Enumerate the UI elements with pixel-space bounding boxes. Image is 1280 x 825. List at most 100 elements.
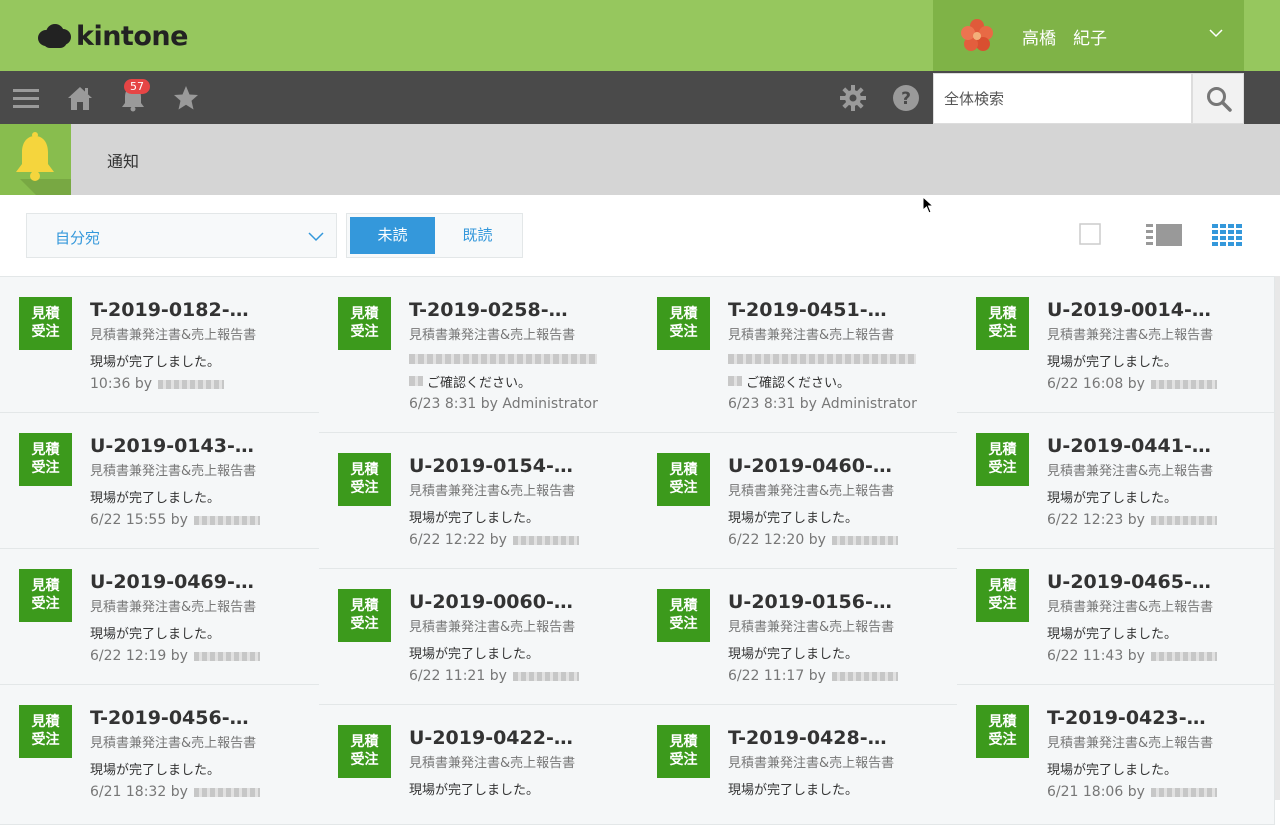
app-icon-label: 受注 [988,460,1017,476]
notification-card[interactable]: 見積 受注 T-2019-0428-… 見積書兼発注書&売上報告書 現場が完了しました。 [638,705,958,825]
sender: by [1127,512,1145,528]
notification-card[interactable]: 見積 受注 U-2019-0469-… 見積書兼発注書&売上報告書 現場が完了しました。… [0,549,320,685]
app-icon-label: 見積 [988,306,1017,322]
app-icon-label: 見積 [988,714,1017,730]
record-title-link[interactable]: U-2019-0143-… [90,435,254,457]
app-icon-label: 受注 [669,480,698,496]
notification-meta: 6/22 12:20 by [728,532,898,548]
record-title-link[interactable]: U-2019-0460-… [728,455,892,477]
notification-card[interactable]: 見積 受注 T-2019-0451-… 見積書兼発注書&売上報告書 ご確認ください。 6/… [638,277,958,433]
home-icon[interactable] [66,84,94,112]
notification-card[interactable]: 見積 受注 U-2019-0060-… 見積書兼発注書&売上報告書 現場が完了しました。… [319,569,639,705]
notification-message: 現場が完了しました。 [90,355,221,370]
timestamp: 6/22 11:21 [409,668,486,684]
sender: by [1127,648,1145,664]
notification-card[interactable]: 見積 受注 T-2019-0258-… 見積書兼発注書&売上報告書 ご確認ください。 6/… [319,277,639,433]
notification-card[interactable]: 見積 受注 U-2019-0014-… 見積書兼発注書&売上報告書 現場が完了しました。… [957,277,1275,413]
app-icon-label: 見積 [31,442,60,458]
search-icon [1207,87,1232,112]
record-title-link[interactable]: T-2019-0456-… [90,707,249,729]
app-icon-label: 受注 [350,480,379,496]
app-icon: 見積 受注 [19,705,72,758]
redacted-user-name [831,671,898,681]
app-name: 見積書兼発注書&売上報告書 [728,620,895,635]
record-title-link[interactable]: U-2019-0014-… [1047,299,1211,321]
record-title-link[interactable]: T-2019-0258-… [409,299,568,321]
notification-meta: 10:36 by [90,376,224,392]
sender: by [134,376,152,392]
sender: by [1127,376,1145,392]
record-title-link[interactable]: U-2019-0156-… [728,591,892,613]
record-title-link[interactable]: U-2019-0441-… [1047,435,1211,457]
app-icon: 見積 受注 [19,297,72,350]
notification-message: 現場が完了しました。 [1047,763,1178,778]
notification-card[interactable]: 見積 受注 T-2019-0182-… 見積書兼発注書&売上報告書 現場が完了しました。… [0,277,320,413]
star-icon[interactable] [172,84,200,112]
notification-card[interactable]: 見積 受注 U-2019-0156-… 見積書兼発注書&売上報告書 現場が完了しました。… [638,569,958,705]
notification-meta: 6/22 11:17 by [728,668,898,684]
notification-message: 現場が完了しました。 [90,627,221,642]
select-all-checkbox-icon[interactable] [1079,223,1101,245]
notification-meta: 6/23 8:31 by Administrator [728,396,917,412]
record-title-link[interactable]: T-2019-0428-… [728,727,887,749]
app-icon-label: 見積 [669,462,698,478]
app-name: 見積書兼発注書&売上報告書 [1047,328,1214,343]
help-icon[interactable]: ? [892,84,920,112]
redacted-text [409,376,423,386]
redacted-text [728,376,742,386]
read-button[interactable]: 既読 [435,217,520,254]
kintone-logo[interactable]: kintone [38,18,188,54]
notification-card[interactable]: 見積 受注 U-2019-0154-… 見積書兼発注書&売上報告書 現場が完了しました。… [319,433,639,569]
logo-text: kintone [76,20,188,52]
notification-card[interactable]: 見積 受注 U-2019-0422-… 見積書兼発注書&売上報告書 現場が完了しました。 [319,705,639,825]
record-title-link[interactable]: T-2019-0423-… [1047,707,1206,729]
record-title-link[interactable]: T-2019-0451-… [728,299,887,321]
hamburger-menu-icon[interactable] [12,84,40,112]
app-icon: 見積 受注 [976,433,1029,486]
app-icon-label: 見積 [350,598,379,614]
app-name: 見積書兼発注書&売上報告書 [409,328,576,343]
notification-message: 現場が完了しました。 [728,647,859,662]
gear-icon[interactable] [839,84,867,112]
notification-card[interactable]: 見積 受注 U-2019-0460-… 見積書兼発注書&売上報告書 現場が完了しました。… [638,433,958,569]
record-title-link[interactable]: U-2019-0060-… [409,591,573,613]
notification-card[interactable]: 見積 受注 T-2019-0423-… 見積書兼発注書&売上報告書 現場が完了しました。… [957,685,1275,825]
notification-card[interactable]: 見積 受注 T-2019-0456-… 見積書兼発注書&売上報告書 現場が完了しました。… [0,685,320,825]
scrollbar[interactable] [1275,276,1280,800]
recipient-filter-dropdown[interactable]: 自分宛 [26,213,337,258]
app-icon-label: 見積 [988,442,1017,458]
app-icon: 見積 受注 [976,297,1029,350]
record-title-link[interactable]: U-2019-0465-… [1047,571,1211,593]
notification-badge: 57 [124,79,150,94]
notification-meta: 6/22 16:08 by [1047,376,1217,392]
user-menu[interactable]: 高橋 紀子 [933,0,1244,71]
notification-card[interactable]: 見積 受注 U-2019-0465-… 見積書兼発注書&売上報告書 現場が完了しました。… [957,549,1275,685]
notification-message: ご確認ください。 [746,376,851,391]
unread-button[interactable]: 未読 [350,217,435,254]
notification-card[interactable]: 見積 受注 U-2019-0143-… 見積書兼発注書&売上報告書 現場が完了しました。… [0,413,320,549]
record-title-link[interactable]: U-2019-0469-… [90,571,254,593]
timestamp: 6/21 18:32 [90,784,167,800]
search-button[interactable] [1192,73,1244,124]
page-title-bar: 通知 [0,124,1280,195]
app-icon: 見積 受注 [657,453,710,506]
app-icon: 見積 受注 [657,725,710,778]
record-title-link[interactable]: U-2019-0422-… [409,727,573,749]
grid-view-icon[interactable] [1212,224,1242,246]
redacted-user-name [193,651,260,661]
record-title-link[interactable]: T-2019-0182-… [90,299,249,321]
notification-meta: 6/23 8:31 by Administrator [409,396,598,412]
sender: by [170,512,188,528]
sender: by [170,648,188,664]
notification-meta: 6/21 18:32 by [90,784,260,800]
app-name: 見積書兼発注書&売上報告書 [1047,464,1214,479]
redacted-user-name [1150,515,1217,525]
bell-icon [16,132,71,195]
svg-text:?: ? [901,89,911,109]
notification-card[interactable]: 見積 受注 U-2019-0441-… 見積書兼発注書&売上報告書 現場が完了しました。… [957,413,1275,549]
global-search-input[interactable] [934,74,1191,123]
timestamp: 10:36 [90,376,131,392]
timestamp: 6/23 8:31 [728,396,796,412]
record-title-link[interactable]: U-2019-0154-… [409,455,573,477]
list-view-icon[interactable] [1146,224,1182,246]
